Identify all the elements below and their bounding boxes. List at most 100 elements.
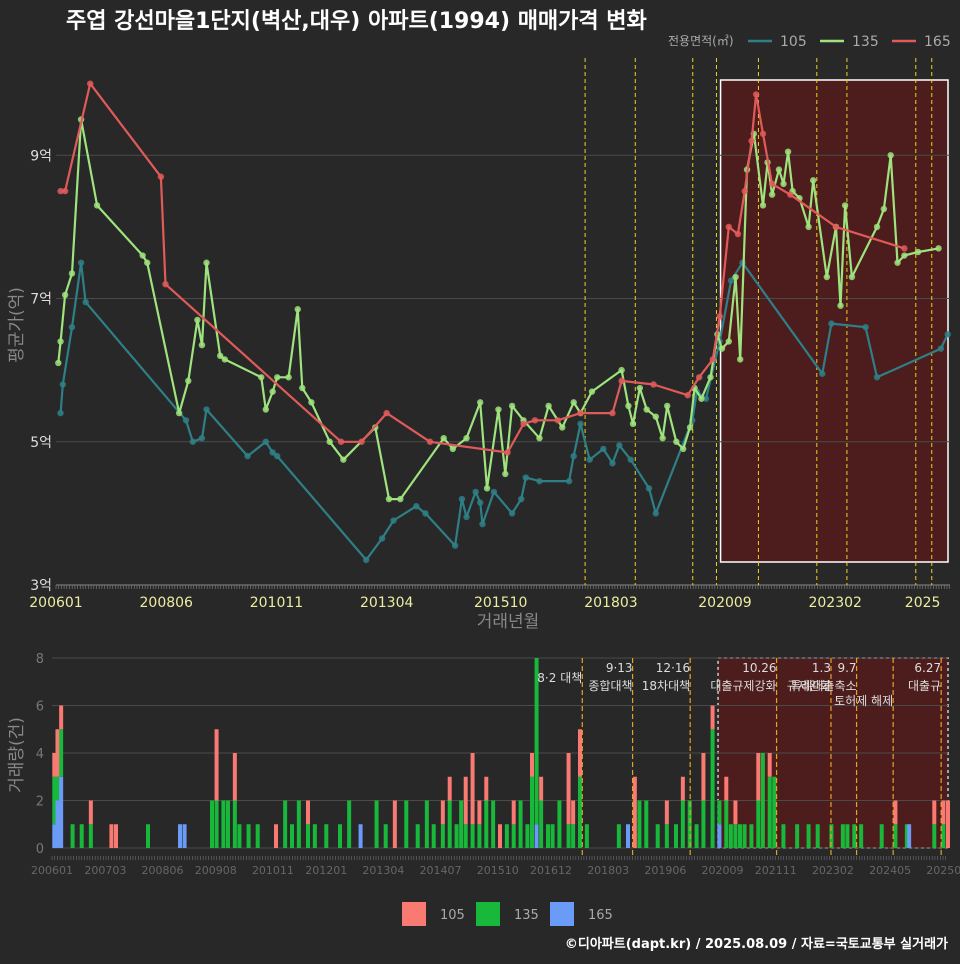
volume-bar-135 — [312, 824, 317, 848]
series-point-135 — [809, 177, 817, 184]
x-tick-label: 202302 — [808, 595, 861, 611]
series-point-135 — [659, 434, 666, 442]
series-point-165 — [426, 438, 434, 445]
series-point-135 — [880, 205, 888, 213]
volume-bar-105 — [59, 705, 64, 730]
series-point-135 — [545, 402, 552, 410]
volume-x-tick: 201407 — [420, 864, 462, 877]
series-point-135 — [837, 302, 844, 309]
policy-annotation: 대출규제강화 — [710, 679, 776, 693]
volume-bar-105 — [447, 776, 452, 801]
series-point-105 — [476, 499, 484, 506]
volume-bar-135 — [255, 824, 260, 848]
volume-bar-135 — [710, 729, 715, 848]
series-point-135 — [61, 291, 69, 299]
series-point-105 — [508, 510, 516, 517]
series-point-105 — [262, 438, 270, 445]
volume-bar-165 — [534, 824, 539, 848]
series-point-135 — [643, 406, 650, 413]
policy-annotation: 6.27 — [914, 661, 941, 675]
highlight-box — [719, 79, 949, 563]
series-point-165 — [752, 91, 760, 98]
series-point-105 — [422, 510, 429, 517]
y-tick-label: 7억 — [30, 292, 52, 308]
volume-bar-135 — [845, 824, 850, 848]
volume-y-tick: 8 — [36, 652, 44, 667]
volume-bar-165 — [907, 824, 912, 848]
volume-x-tick: 201304 — [362, 864, 404, 877]
bottom-legend-key-105 — [402, 902, 426, 926]
series-point-105 — [600, 445, 607, 453]
x-tick-label: 202009 — [698, 595, 751, 611]
series-point-135 — [570, 399, 577, 406]
series-point-165 — [787, 191, 794, 198]
series-point-165 — [358, 438, 365, 445]
volume-bar-135 — [760, 753, 765, 848]
volume-bar-135 — [584, 824, 589, 848]
volume-bar-135 — [290, 824, 294, 848]
series-point-165 — [520, 420, 527, 428]
series-point-105 — [518, 495, 525, 503]
volume-bar-135 — [815, 824, 820, 848]
series-point-105 — [627, 456, 634, 463]
bottom-legend-key-165 — [550, 902, 574, 926]
series-point-105 — [616, 442, 623, 449]
volume-bar-135 — [767, 776, 772, 848]
series-point-105 — [189, 438, 197, 445]
series-point-135 — [221, 356, 228, 363]
series-point-135 — [385, 495, 393, 503]
series-point-135 — [848, 273, 856, 281]
series-point-135 — [914, 248, 922, 256]
volume-bar-135 — [491, 800, 496, 848]
series-point-165 — [901, 245, 908, 252]
volume-bar-135 — [941, 824, 946, 848]
series-point-135 — [759, 202, 767, 209]
series-point-105 — [458, 495, 466, 503]
series-point-105 — [577, 420, 584, 428]
series-point-105 — [873, 374, 881, 381]
series-point-135 — [203, 259, 210, 266]
series-point-105 — [522, 474, 530, 481]
series-point-105 — [390, 517, 397, 524]
series-point-165 — [759, 130, 767, 137]
volume-bar-105 — [498, 824, 502, 848]
volume-bar-135 — [571, 824, 576, 848]
volume-bar-105 — [440, 800, 445, 825]
volume-bar-135 — [283, 800, 288, 848]
volume-bar-135 — [447, 800, 452, 848]
series-point-135 — [269, 388, 276, 395]
series-point-135 — [768, 191, 776, 198]
volume-bar-105 — [941, 800, 946, 825]
x-tick-label: 201304 — [360, 595, 414, 611]
volume-x-tick: 200601 — [31, 864, 73, 877]
policy-annotation: 18차대책 — [642, 678, 690, 693]
volume-bar-105 — [511, 800, 516, 825]
volume-bar-135 — [504, 824, 509, 848]
series-point-165 — [577, 409, 584, 417]
series-point-165 — [504, 449, 511, 456]
series-point-135 — [780, 180, 787, 188]
series-point-135 — [625, 402, 632, 410]
volume-bar-105 — [539, 776, 544, 801]
legend-label-165: 165 — [924, 34, 951, 50]
series-point-135 — [340, 456, 347, 463]
series-point-135 — [823, 273, 831, 281]
series-point-105 — [944, 331, 951, 338]
series-point-135 — [299, 384, 306, 392]
volume-bar-105 — [756, 753, 761, 801]
policy-annotation: 1.3 — [812, 661, 831, 675]
volume-bar-135 — [859, 824, 864, 848]
bottom-legend-label-105: 105 — [440, 908, 465, 923]
series-point-135 — [775, 166, 783, 173]
series-point-135 — [55, 359, 62, 367]
footer-credit: ©디아파트(dapt.kr) / 2025.08.09 / 자료=국토교통부 실… — [565, 936, 948, 952]
volume-bar-135 — [756, 800, 761, 848]
policy-annotation: 10.26 — [742, 661, 776, 675]
volume-bar-135 — [674, 824, 678, 848]
volume-bar-135 — [806, 824, 811, 848]
volume-bar-105 — [680, 776, 685, 801]
series-point-135 — [673, 438, 680, 445]
volume-bar-135 — [470, 824, 475, 848]
series-point-135 — [262, 406, 270, 413]
volume-bar-105 — [571, 800, 576, 825]
